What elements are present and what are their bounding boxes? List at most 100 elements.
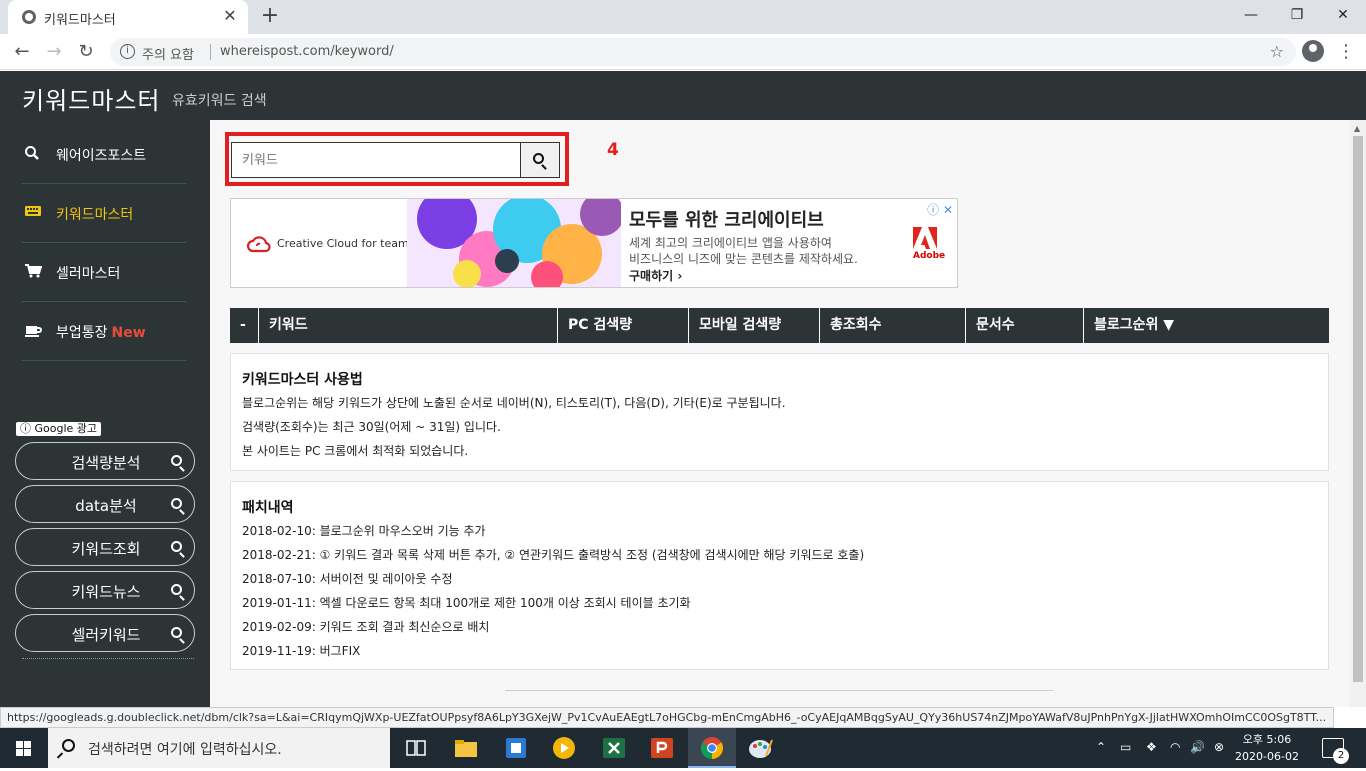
notification-count-badge: 2 [1333, 748, 1349, 764]
sidebar-item-sellermaster[interactable]: 셀러마스터 [22, 243, 186, 302]
ad-brand-text: Creative Cloud for teams [277, 237, 415, 250]
adobe-logo-text: Adobe [913, 251, 946, 261]
chrome-taskbar-button[interactable] [688, 728, 736, 768]
task-view-icon[interactable] [402, 734, 430, 762]
search-icon [62, 739, 75, 752]
taskbar-search-box[interactable]: 검색하려면 여기에 입력하십시오. [48, 728, 390, 768]
browser-toolbar: ← → ↻ i 주의 요함 whereispost.com/keyword/ ☆… [0, 34, 1366, 70]
google-ad-label[interactable]: ⓘ Google 광고 [16, 422, 102, 436]
patch-line: 2019-11-19: 버그FIX [242, 644, 361, 658]
ad-button-keyword-news[interactable]: 키워드뉴스 [15, 571, 195, 609]
ad-button-keyword-lookup[interactable]: 키워드조회 [15, 528, 195, 566]
site-subtitle: 유효키워드 검색 [172, 93, 267, 109]
sidebar-item-label: 웨어이즈포스트 [56, 148, 147, 164]
chevron-up-icon[interactable]: ⌃ [1096, 740, 1106, 754]
battery-icon[interactable]: ▭ [1120, 740, 1131, 754]
creative-cloud-icon [247, 236, 271, 253]
ad-cta-link[interactable]: 구매하기 › [629, 267, 682, 284]
ad-button-label: 검색량분석 [71, 454, 141, 472]
new-badge: New [111, 325, 146, 341]
store-icon[interactable] [502, 734, 530, 762]
powerpoint-icon[interactable] [648, 734, 676, 762]
sidebar: 웨어이즈포스트 키워드마스터 셀러마스터 부업통장 New ⓘ Google 광고… [0, 120, 210, 707]
scrollbar-thumb[interactable] [1353, 136, 1363, 682]
ad-button-search-volume[interactable]: 검색량분석 [15, 442, 195, 480]
window-close-button[interactable]: ✕ [1320, 0, 1366, 30]
usage-card: 키워드마스터 사용법 블로그순위는 해당 키워드가 상단에 노출된 순서로 네이… [230, 353, 1329, 471]
sidebar-item-whereispost[interactable]: 웨어이즈포스트 [22, 125, 186, 184]
paint-icon[interactable] [746, 734, 774, 762]
profile-avatar-icon[interactable] [1302, 40, 1324, 62]
usage-line: 블로그순위는 해당 키워드가 상단에 노출된 순서로 네이버(N), 티스토리(… [242, 396, 786, 410]
site-title[interactable]: 키워드마스터 [22, 81, 160, 116]
minimize-button[interactable]: — [1228, 0, 1274, 30]
sidebar-item-sidejob[interactable]: 부업통장 New [22, 302, 186, 361]
column-header-doc-count[interactable]: 문서수 [965, 308, 1083, 343]
coffee-icon [24, 322, 42, 338]
taskbar-clock[interactable]: 오후 5:06 2020-06-02 [1232, 731, 1302, 765]
ad-button-label: 셀러키워드 [71, 626, 141, 644]
menu-dots-icon[interactable]: ⋮ [1336, 40, 1356, 64]
scroll-up-icon[interactable]: ▲ [1354, 124, 1360, 133]
main-content: 4 Creative Cloud for teams 모두를 위한 크리에이티브… [210, 120, 1350, 707]
wifi-icon[interactable]: ◠ [1170, 740, 1180, 754]
tab-close-icon[interactable]: ✕ [220, 6, 240, 26]
url-text[interactable]: whereispost.com/keyword/ [220, 44, 394, 59]
footer-divider [505, 690, 1053, 691]
adchoices-icon[interactable]: ⓘ ✕ [927, 201, 953, 218]
column-header-total-views[interactable]: 총조회수 [819, 308, 965, 343]
ad-button-seller-keyword[interactable]: 셀러키워드 [15, 614, 195, 652]
ad-button-label: data분석 [75, 497, 137, 515]
windows-logo-icon [16, 741, 31, 756]
patch-line: 2018-02-21: ① 키워드 결과 목록 삭제 버튼 추가, ② 연관키워… [242, 548, 865, 562]
divider [210, 44, 211, 60]
column-header-mobile-volume[interactable]: 모바일 검색량 [688, 308, 819, 343]
cart-icon [24, 263, 43, 279]
bookmark-star-icon[interactable]: ☆ [1270, 42, 1284, 61]
ad-body-line: 세계 최고의 크리에이티브 앱을 사용하여 [629, 236, 832, 250]
search-icon [171, 498, 182, 509]
ad-button-label: 키워드조회 [71, 540, 141, 558]
excel-icon[interactable] [600, 734, 628, 762]
ad-button-data-analysis[interactable]: data분석 [15, 485, 195, 523]
sidebar-item-keywordmaster[interactable]: 키워드마스터 [22, 184, 186, 243]
vertical-scrollbar[interactable]: ▲ [1350, 120, 1366, 707]
back-button[interactable]: ← [10, 40, 34, 64]
file-explorer-icon[interactable] [452, 734, 480, 762]
new-tab-button[interactable]: + [258, 4, 282, 28]
status-bar-url: https://googleads.g.doubleclick.net/dbm/… [0, 707, 1334, 728]
search-button[interactable] [520, 142, 560, 178]
forward-button[interactable]: → [42, 40, 66, 64]
column-header-blog-rank[interactable]: 블로그순위 ▼ [1083, 308, 1329, 343]
patch-title: 패치내역 [242, 500, 294, 516]
taskbar: 검색하려면 여기에 입력하십시오. ⌃ ▭ ❖ ◠ 🔊 ⊗ 오후 5:06 20… [0, 728, 1366, 768]
media-player-icon[interactable] [550, 734, 578, 762]
address-bar[interactable]: i 주의 요함 whereispost.com/keyword/ ☆ [110, 38, 1296, 66]
close-circle-icon[interactable]: ⊗ [1214, 740, 1224, 754]
info-icon[interactable]: i [120, 44, 135, 59]
clock-time: 오후 5:06 [1242, 733, 1292, 746]
keyword-search-input[interactable] [231, 142, 521, 178]
search-icon [171, 627, 182, 638]
reload-button[interactable]: ↻ [74, 40, 98, 64]
ad-banner[interactable]: Creative Cloud for teams 모두를 위한 크리에이티브 세… [230, 198, 958, 288]
security-status[interactable]: 주의 요함 [142, 44, 194, 63]
patch-line: 2018-07-10: 서버이전 및 레이아웃 수정 [242, 572, 453, 586]
sidebar-item-label: 키워드마스터 [56, 207, 134, 223]
column-header-delete[interactable]: - [230, 308, 258, 343]
column-header-pc-volume[interactable]: PC 검색량 [557, 308, 688, 343]
dropbox-icon[interactable]: ❖ [1146, 740, 1157, 754]
adobe-logo-icon [913, 227, 937, 249]
browser-tabstrip: 키워드마스터 ✕ + — ❐ ✕ [0, 0, 1366, 34]
column-header-keyword[interactable]: 키워드 [258, 308, 557, 343]
patch-line: 2019-01-11: 엑셀 다운로드 항목 최대 100개로 제한 100개 … [242, 596, 691, 610]
search-icon [171, 455, 182, 466]
browser-tab[interactable]: 키워드마스터 ✕ [8, 0, 248, 34]
volume-icon[interactable]: 🔊 [1190, 740, 1205, 754]
start-button[interactable] [0, 728, 48, 768]
ad-artwork-image [407, 199, 621, 287]
maximize-button[interactable]: ❐ [1274, 0, 1320, 30]
patch-notes-card: 패치내역 2018-02-10: 블로그순위 마우스오버 기능 추가 2018-… [230, 481, 1329, 670]
search-icon [171, 584, 182, 595]
keyword-table-header: - 키워드 PC 검색량 모바일 검색량 총조회수 문서수 블로그순위 ▼ [230, 308, 1329, 343]
